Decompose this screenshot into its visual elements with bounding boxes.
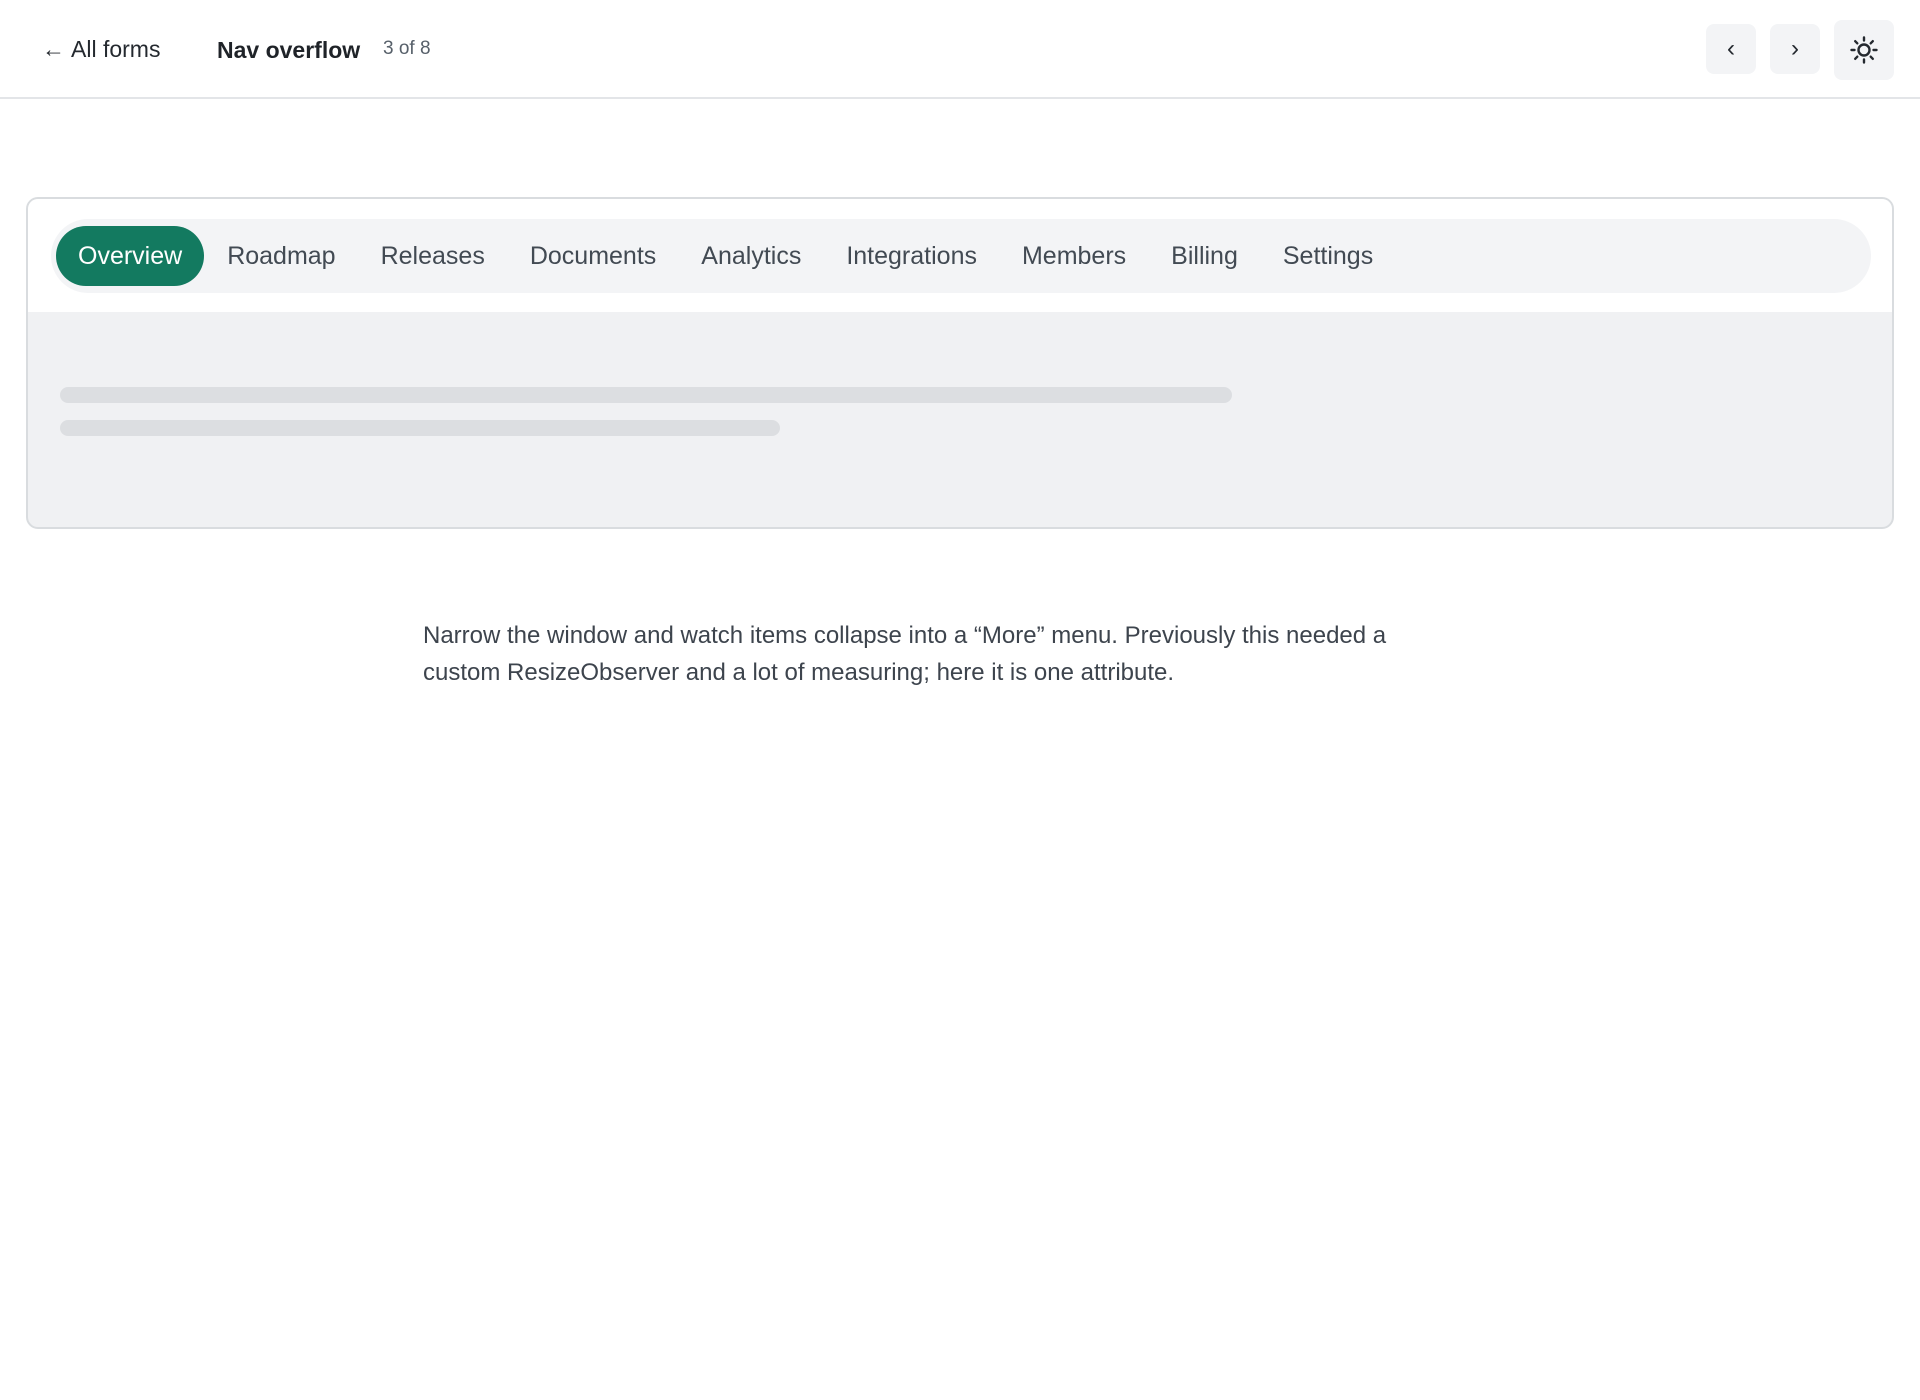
- skeleton-line: [60, 420, 780, 436]
- top-bar: ← All forms Nav overflow 3 of 8 ‹ ›: [0, 0, 1920, 99]
- tab-navigation: Overview Roadmap Releases Documents Analytic…: [51, 219, 1871, 293]
- sun-icon: [1850, 36, 1878, 64]
- back-link-label: All forms: [71, 36, 161, 62]
- demo-card: Overview Roadmap Releases Documents Analytic…: [26, 197, 1894, 529]
- tab-releases[interactable]: Releases: [359, 226, 507, 286]
- tab-billing[interactable]: Billing: [1149, 226, 1260, 286]
- tab-members[interactable]: Members: [1000, 226, 1148, 286]
- next-button[interactable]: ›: [1770, 24, 1820, 74]
- theme-toggle-button[interactable]: [1834, 20, 1894, 80]
- previous-button[interactable]: ‹: [1706, 24, 1756, 74]
- back-to-all-forms-link[interactable]: ← All forms: [42, 36, 160, 63]
- page-counter: 3 of 8: [383, 38, 431, 59]
- tab-roadmap[interactable]: Roadmap: [205, 226, 357, 286]
- tab-documents[interactable]: Documents: [508, 226, 678, 286]
- demo-card-header: Overview Roadmap Releases Documents Analytic…: [28, 199, 1892, 312]
- description-text: Narrow the window and watch items collap…: [423, 622, 1387, 686]
- chevron-left-icon: ‹: [1727, 35, 1735, 62]
- page-title: Nav overflow: [217, 37, 361, 63]
- arrow-left-icon: ←: [42, 36, 65, 62]
- tab-settings[interactable]: Settings: [1261, 226, 1395, 286]
- skeleton-line: [60, 387, 1232, 403]
- tab-analytics[interactable]: Analytics: [679, 226, 823, 286]
- tab-overview[interactable]: Overview: [56, 226, 205, 286]
- tab-integrations[interactable]: Integrations: [824, 226, 999, 286]
- chevron-right-icon: ›: [1791, 35, 1799, 62]
